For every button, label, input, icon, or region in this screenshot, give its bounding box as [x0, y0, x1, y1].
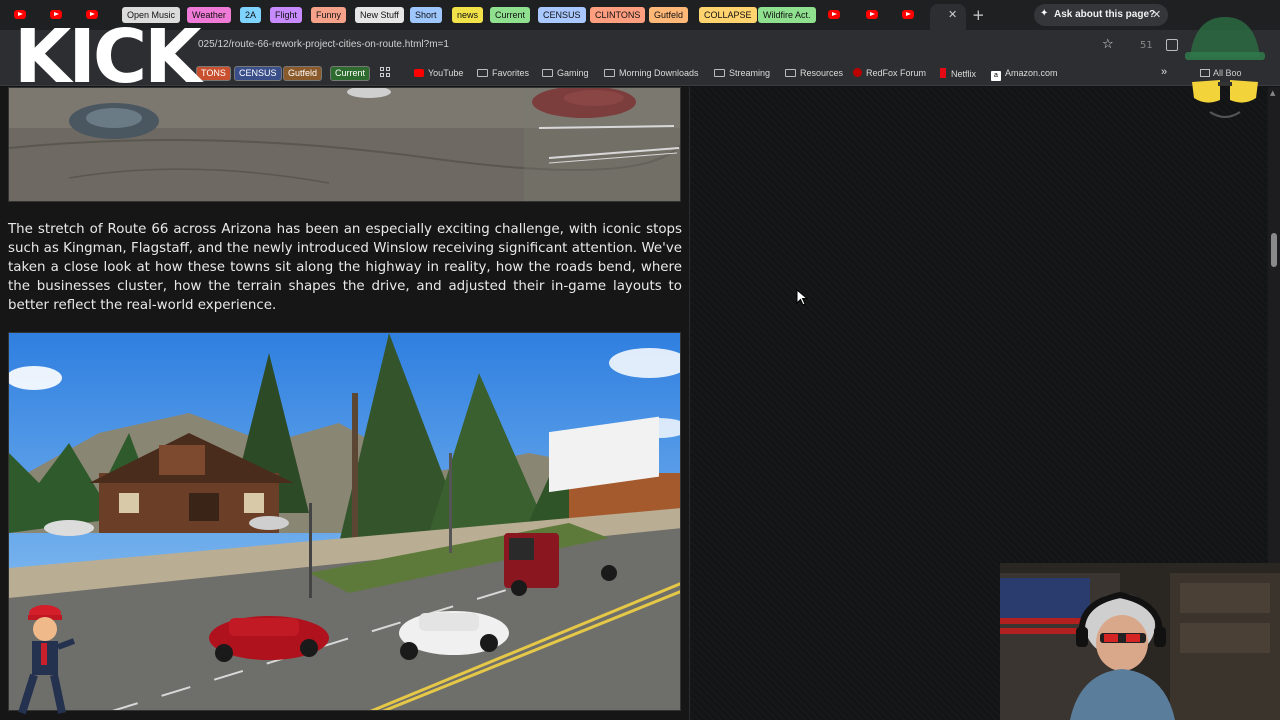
bookmark-netflix[interactable]: Netflix [940, 68, 976, 79]
netflix-icon [940, 68, 946, 78]
article-image-parking-lot [8, 87, 681, 202]
tab-clintons[interactable]: CLINTONS [590, 7, 646, 23]
avatar-overlay [1185, 17, 1265, 118]
extension-count-badge: 51 [1140, 40, 1153, 51]
new-tab-icon[interactable]: + [972, 6, 985, 24]
youtube-icon [866, 10, 878, 19]
kick-logo-overlay: KICK [14, 20, 202, 94]
tab-news[interactable]: news [452, 7, 484, 23]
bookmark-star-icon[interactable]: ☆ [1102, 37, 1114, 52]
tab-census[interactable]: CENSUS [538, 7, 586, 23]
tab-gutfeld[interactable]: Gutfeld [649, 7, 689, 23]
tab-close-icon[interactable]: ✕ [948, 8, 957, 21]
tab-2a[interactable]: 2A [240, 7, 262, 23]
article-column: The stretch of Route 66 across Arizona h… [0, 87, 690, 720]
bookmark-census-pill[interactable]: CENSUS [234, 66, 282, 81]
folder-icon [714, 69, 725, 77]
bookmark-gaming[interactable]: Gaming [542, 68, 589, 78]
youtube-icon [414, 69, 424, 77]
tab-youtube-6[interactable] [902, 8, 928, 22]
ask-about-page-label: Ask about this page? [1054, 9, 1156, 20]
tab-current[interactable]: Current [490, 7, 531, 23]
tab-flight[interactable]: Flight [270, 7, 303, 23]
kick-logo-text: KICK [14, 14, 202, 100]
youtube-icon [902, 10, 914, 19]
webcam-overlay [1000, 563, 1280, 720]
ask-about-page-button[interactable]: ✦ Ask about this page? ✕ [1034, 4, 1168, 26]
bookmark-amazon[interactable]: a Amazon.com [991, 68, 1058, 81]
scroll-up-icon[interactable]: ▲ [1270, 89, 1275, 97]
bookmark-current-pill[interactable]: Current [330, 66, 371, 81]
tab-youtube-4[interactable] [828, 8, 854, 22]
amazon-icon: a [991, 71, 1001, 81]
mouse-cursor-icon [796, 289, 808, 306]
youtube-icon [828, 10, 840, 19]
extensions-icon[interactable] [1166, 39, 1178, 51]
bookmarks-overflow-icon[interactable]: » [1161, 66, 1167, 78]
scrollbar-thumb[interactable] [1271, 233, 1277, 267]
close-icon[interactable]: ✕ [1152, 8, 1161, 21]
bookmark-youtube[interactable]: YouTube [414, 68, 463, 78]
bookmark-redfox-forum[interactable]: RedFox Forum [853, 68, 926, 78]
bookmark-resources[interactable]: Resources [785, 68, 843, 78]
tab-collapse[interactable]: COLLAPSE [699, 7, 757, 23]
folder-icon [477, 69, 488, 77]
cartoon-mascot-overlay [18, 605, 76, 715]
bookmark-gutfeld-pill[interactable]: Gutfeld [283, 66, 323, 81]
apps-grid-icon[interactable] [380, 67, 392, 79]
bookmark-favorites[interactable]: Favorites [477, 68, 529, 78]
folder-icon [604, 69, 615, 77]
tab-new-stuff[interactable]: New Stuff [355, 7, 404, 23]
folder-icon [785, 69, 796, 77]
tab-short[interactable]: Short [410, 7, 442, 23]
bookmark-streaming[interactable]: Streaming [714, 68, 770, 78]
tab-youtube-5[interactable] [866, 8, 892, 22]
article-image-route66-street [8, 332, 681, 711]
url-field[interactable]: 025/12/route-66-rework-project-cities-on… [198, 39, 449, 50]
bookmark-morning-downloads[interactable]: Morning Downloads [604, 68, 699, 78]
folder-icon [542, 69, 553, 77]
sparkle-icon: ✦ [1040, 8, 1049, 19]
tab-wildfire-act[interactable]: Wildfire Act. [758, 7, 816, 23]
redfox-icon [853, 68, 862, 77]
tab-funny[interactable]: Funny [311, 7, 347, 23]
article-paragraph: The stretch of Route 66 across Arizona h… [8, 222, 682, 313]
